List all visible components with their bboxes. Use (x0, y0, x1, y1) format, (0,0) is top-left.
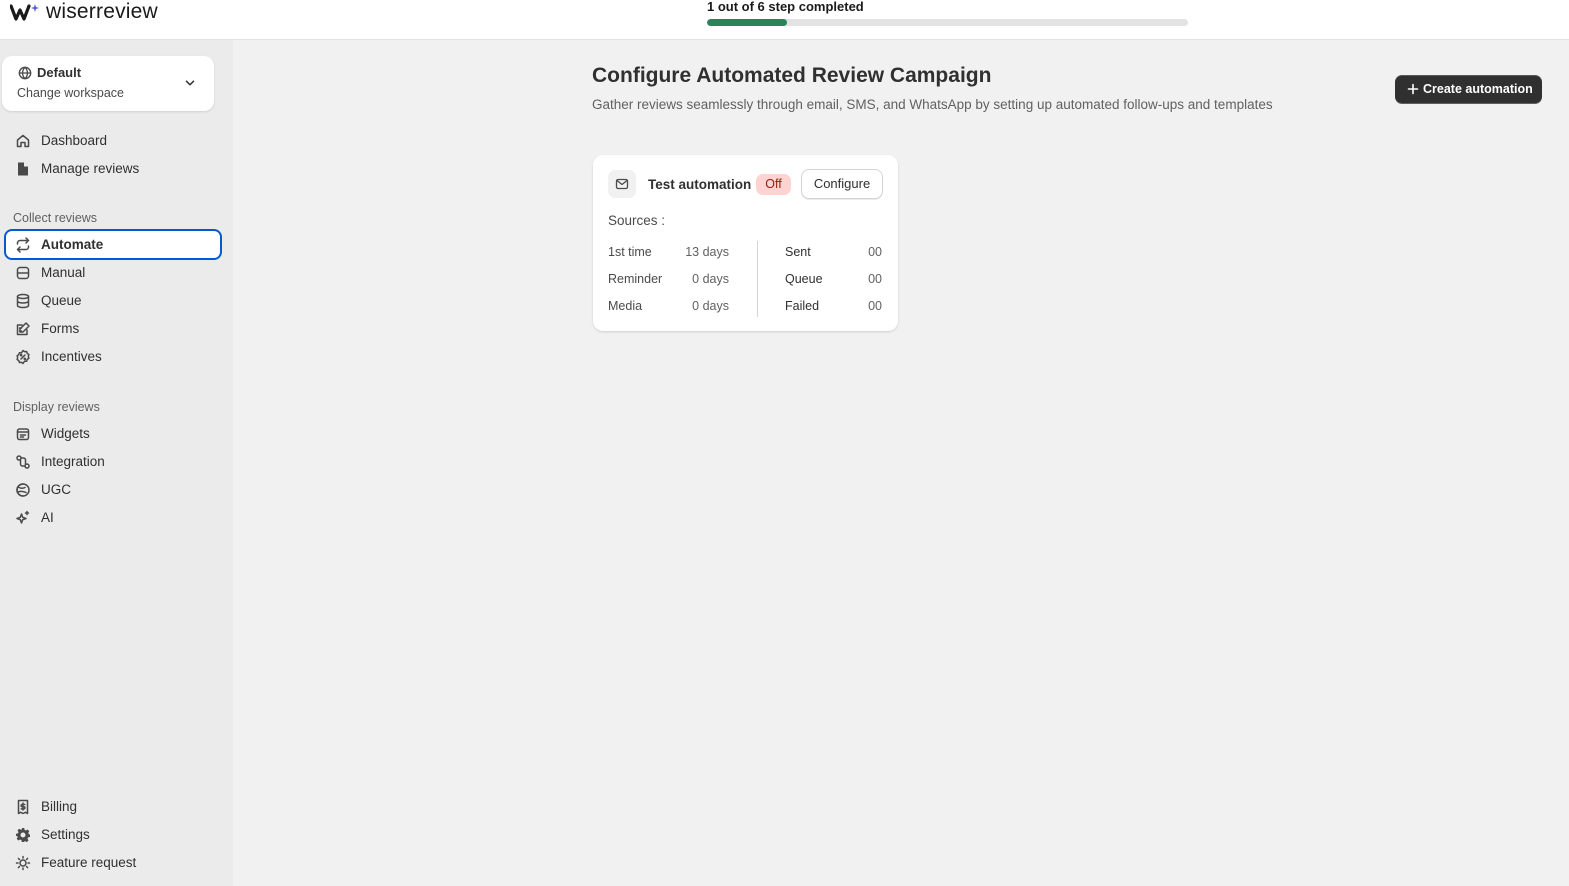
app-name: wiserreview (46, 0, 158, 23)
sidebar-item-dashboard[interactable]: Dashboard (4, 127, 222, 155)
sidebar-item-label: Settings (41, 827, 90, 842)
workspace-name: Default (37, 65, 82, 80)
workspace-switcher[interactable]: Default Change workspace (2, 56, 214, 111)
stat-value: 00 (868, 272, 882, 286)
onboarding-progress-track (707, 19, 1188, 26)
chevron-down-icon (185, 80, 195, 86)
home-icon (16, 134, 30, 148)
top-bar: wiserreview 1 out of 6 step completed (0, 0, 1569, 40)
app-logo[interactable]: wiserreview (10, 0, 158, 24)
sources-label: Sources : (608, 213, 666, 228)
sidebar-item-label: Widgets (41, 426, 90, 441)
sidebar-item-ai[interactable]: AI (4, 504, 222, 532)
sidebar-item-label: Feature request (41, 855, 137, 870)
page-title: Configure Automated Review Campaign (592, 64, 992, 87)
ugc-icon (16, 483, 30, 497)
mail-icon (615, 178, 629, 190)
schedule-label: Media (608, 299, 643, 313)
integration-icon (16, 455, 30, 469)
change-workspace-label: Change workspace (17, 86, 125, 100)
stat-value: 00 (868, 299, 882, 313)
sidebar-item-widgets[interactable]: Widgets (4, 420, 222, 448)
configure-button[interactable]: Configure (801, 169, 883, 199)
lightbulb-icon (15, 855, 31, 871)
schedule-value: 0 days (692, 299, 729, 313)
plus-icon (1407, 83, 1419, 95)
automation-name: Test automation (648, 177, 752, 192)
sidebar-item-incentives[interactable]: Incentives (4, 343, 222, 371)
sidebar-item-manage-reviews[interactable]: Manage reviews (4, 155, 222, 183)
schedule-value: 0 days (692, 272, 729, 286)
sidebar-item-label: Automate (41, 237, 104, 252)
onboarding-progress-label: 1 out of 6 step completed (707, 0, 864, 14)
sidebar-item-label: Integration (41, 454, 105, 469)
gear-icon (16, 828, 30, 843)
onboarding-progress[interactable]: 1 out of 6 step completed (707, 0, 1188, 26)
schedule-value: 13 days (685, 245, 729, 259)
automation-card: Test automation Off Configure Sources : … (593, 155, 898, 331)
onboarding-progress-fill (707, 19, 788, 26)
card-divider (757, 241, 758, 317)
widget-icon (16, 428, 30, 441)
section-label-collect: Collect reviews (13, 211, 98, 225)
sidebar-item-label: Incentives (41, 349, 102, 364)
stat-value: 00 (868, 245, 882, 259)
sidebar-item-label: Forms (41, 321, 80, 336)
database-icon (16, 293, 30, 309)
sidebar-item-queue[interactable]: Queue (4, 287, 222, 315)
stat-label: Sent (785, 245, 811, 259)
sidebar-item-label: Queue (41, 293, 82, 308)
sidebar-item-label: Manual (41, 265, 86, 280)
logo-mark-icon (10, 4, 39, 21)
schedule-label: Reminder (608, 272, 663, 286)
sidebar-item-manual[interactable]: Manual (4, 259, 222, 287)
schedule-label: 1st time (608, 245, 652, 259)
sidebar-item-forms[interactable]: Forms (4, 315, 222, 343)
sidebar-item-label: Billing (41, 799, 78, 814)
sidebar-item-integration[interactable]: Integration (4, 448, 222, 476)
sidebar-item-feature-request[interactable]: Feature request (4, 849, 222, 877)
sparkle-icon (16, 510, 30, 524)
create-automation-label: Create automation (1423, 82, 1533, 96)
stat-label: Queue (785, 272, 823, 286)
receipt-icon (17, 799, 29, 815)
sidebar-item-label: AI (41, 510, 54, 525)
sidebar-item-automate[interactable]: Automate (4, 229, 222, 260)
sidebar-item-label: Dashboard (41, 133, 108, 148)
section-label-display: Display reviews (13, 400, 100, 414)
page-description: Gather reviews seamlessly through email,… (592, 97, 1273, 112)
discount-icon (16, 349, 30, 365)
sidebar-item-ugc[interactable]: UGC (4, 476, 222, 504)
sidebar: Default Change workspace Dashboard Manag… (0, 40, 233, 886)
globe-icon (18, 66, 32, 80)
sidebar-item-label: UGC (41, 482, 71, 497)
repeat-icon (16, 237, 30, 253)
sidebar-item-settings[interactable]: Settings (4, 821, 222, 849)
file-icon (18, 162, 28, 176)
edit-form-icon (16, 322, 30, 336)
sidebar-item-label: Manage reviews (41, 161, 140, 176)
status-badge: Off (756, 174, 791, 195)
sidebar-item-billing[interactable]: Billing (4, 793, 222, 821)
mail-icon-box (608, 170, 636, 198)
stat-label: Failed (785, 299, 820, 313)
inbox-icon (16, 266, 30, 280)
create-automation-button[interactable]: Create automation (1395, 75, 1542, 103)
